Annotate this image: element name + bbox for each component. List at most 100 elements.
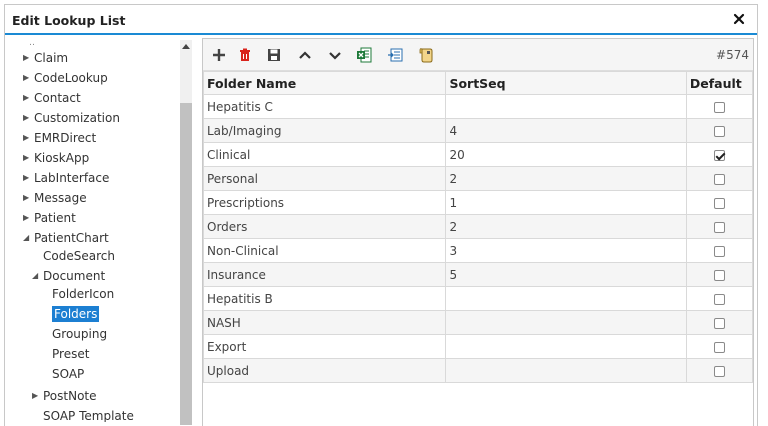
- tree-item-label: PatientChart: [34, 231, 109, 245]
- scroll-up-icon[interactable]: [182, 44, 190, 49]
- tree-item-foldericon[interactable]: FolderIcon: [52, 285, 114, 303]
- tree-item-claim[interactable]: ▶ Claim: [23, 49, 68, 67]
- table-row[interactable]: Personal 2: [202, 166, 754, 191]
- save-icon[interactable]: [266, 47, 282, 63]
- header-default[interactable]: Default: [685, 71, 754, 95]
- add-icon[interactable]: [211, 47, 227, 63]
- table-row[interactable]: Upload: [202, 358, 754, 383]
- table-row[interactable]: Non-Clinical 3: [202, 238, 754, 263]
- tree-item-soap-template[interactable]: SOAP Template: [43, 407, 134, 422]
- cell-folder-name[interactable]: Personal: [202, 166, 447, 191]
- table-row[interactable]: Hepatitis C: [202, 94, 754, 119]
- table-row[interactable]: Clinical 20: [202, 142, 754, 167]
- default-checkbox[interactable]: [713, 125, 725, 137]
- cell-folder-name[interactable]: Export: [202, 334, 447, 359]
- cell-sortseq[interactable]: 3: [445, 238, 687, 263]
- import-icon[interactable]: [387, 47, 403, 63]
- tree-item-contact[interactable]: ▶ Contact: [23, 89, 81, 107]
- cell-folder-name[interactable]: Hepatitis C: [202, 94, 447, 119]
- tree-item-folders[interactable]: Folders: [52, 305, 100, 323]
- tree-item-labinterface[interactable]: ▶ LabInterface: [23, 169, 109, 187]
- tree-item-label: Contact: [34, 91, 81, 105]
- default-checkbox[interactable]: [713, 221, 725, 233]
- scrollbar-thumb[interactable]: [180, 103, 192, 425]
- tree-item-soap[interactable]: SOAP: [52, 365, 84, 383]
- table-row[interactable]: Insurance 5: [202, 262, 754, 287]
- cell-sortseq[interactable]: 1: [445, 190, 687, 215]
- table-row[interactable]: Orders 2: [202, 214, 754, 239]
- cell-folder-name[interactable]: NASH: [202, 310, 447, 335]
- tree-item-message[interactable]: ▶ Message: [23, 189, 87, 207]
- cell-sortseq[interactable]: [445, 286, 687, 311]
- header-folder-name[interactable]: Folder Name: [202, 71, 447, 95]
- tree-item-codelookup[interactable]: ▶ CodeLookup: [23, 69, 108, 87]
- tree-item-grouping[interactable]: Grouping: [52, 325, 107, 343]
- table-row[interactable]: Export: [202, 334, 754, 359]
- cell-sortseq[interactable]: 2: [445, 166, 687, 191]
- tree-item-kioskapp[interactable]: ▶ KioskApp: [23, 149, 89, 167]
- expanded-arrow-icon[interactable]: ◢: [23, 229, 34, 247]
- cell-folder-name[interactable]: Upload: [202, 358, 447, 383]
- cell-default: [685, 166, 754, 191]
- cell-folder-name[interactable]: Orders: [202, 214, 447, 239]
- move-down-icon[interactable]: [327, 47, 343, 63]
- cell-folder-name[interactable]: Clinical: [202, 142, 447, 167]
- lookup-tree: ‥ ▶ Claim ▶ CodeLookup ▶ Contact ▶ Customizatio…: [6, 37, 196, 422]
- table-row[interactable]: Hepatitis B: [202, 286, 754, 311]
- collapsed-arrow-icon[interactable]: ▶: [23, 209, 34, 227]
- tree-item-document[interactable]: ◢ Document: [32, 267, 105, 285]
- default-checkbox[interactable]: [713, 173, 725, 185]
- tree-item-preset[interactable]: Preset: [52, 345, 89, 363]
- collapsed-arrow-icon[interactable]: ▶: [23, 109, 34, 127]
- cell-default: [685, 358, 754, 383]
- cell-sortseq[interactable]: 4: [445, 118, 687, 143]
- default-checkbox[interactable]: [713, 365, 725, 377]
- collapsed-arrow-icon[interactable]: ▶: [23, 89, 34, 107]
- collapsed-arrow-icon[interactable]: ▶: [23, 189, 34, 207]
- close-icon[interactable]: [732, 12, 746, 26]
- default-checkbox[interactable]: [713, 317, 725, 329]
- delete-icon[interactable]: [237, 47, 253, 63]
- cell-sortseq[interactable]: [445, 310, 687, 335]
- cell-folder-name[interactable]: Insurance: [202, 262, 447, 287]
- cell-default: [685, 286, 754, 311]
- tree-scrollbar[interactable]: [180, 40, 192, 425]
- scroll-icon[interactable]: [418, 47, 434, 63]
- cell-sortseq[interactable]: 5: [445, 262, 687, 287]
- table-row[interactable]: Prescriptions 1: [202, 190, 754, 215]
- default-checkbox[interactable]: [713, 197, 725, 209]
- expanded-arrow-icon[interactable]: ◢: [32, 267, 43, 285]
- default-checkbox[interactable]: [713, 149, 725, 161]
- default-checkbox[interactable]: [713, 269, 725, 281]
- cell-sortseq[interactable]: 20: [445, 142, 687, 167]
- cell-sortseq[interactable]: [445, 334, 687, 359]
- default-checkbox[interactable]: [713, 245, 725, 257]
- cell-folder-name[interactable]: Hepatitis B: [202, 286, 447, 311]
- cell-sortseq[interactable]: [445, 94, 687, 119]
- tree-item-postnote[interactable]: ▶ PostNote: [32, 387, 97, 405]
- cell-folder-name[interactable]: Prescriptions: [202, 190, 447, 215]
- cell-folder-name[interactable]: Non-Clinical: [202, 238, 447, 263]
- collapsed-arrow-icon[interactable]: ▶: [32, 387, 43, 405]
- export-excel-icon[interactable]: [356, 47, 372, 63]
- tree-item-emrdirect[interactable]: ▶ EMRDirect: [23, 129, 96, 147]
- table-row[interactable]: Lab/Imaging 4: [202, 118, 754, 143]
- default-checkbox[interactable]: [713, 293, 725, 305]
- collapsed-arrow-icon[interactable]: ▶: [23, 149, 34, 167]
- tree-item-patientchart[interactable]: ◢ PatientChart: [23, 229, 109, 247]
- default-checkbox[interactable]: [713, 101, 725, 113]
- move-up-icon[interactable]: [297, 47, 313, 63]
- default-checkbox[interactable]: [713, 341, 725, 353]
- collapsed-arrow-icon[interactable]: ▶: [23, 49, 34, 67]
- tree-item-codesearch[interactable]: CodeSearch: [43, 247, 115, 265]
- collapsed-arrow-icon[interactable]: ▶: [23, 69, 34, 87]
- header-sortseq[interactable]: SortSeq: [445, 71, 687, 95]
- cell-folder-name[interactable]: Lab/Imaging: [202, 118, 447, 143]
- cell-sortseq[interactable]: [445, 358, 687, 383]
- collapsed-arrow-icon[interactable]: ▶: [23, 129, 34, 147]
- tree-item-customization[interactable]: ▶ Customization: [23, 109, 120, 127]
- table-row[interactable]: NASH: [202, 310, 754, 335]
- cell-sortseq[interactable]: 2: [445, 214, 687, 239]
- tree-item-patient[interactable]: ▶ Patient: [23, 209, 76, 227]
- collapsed-arrow-icon[interactable]: ▶: [23, 169, 34, 187]
